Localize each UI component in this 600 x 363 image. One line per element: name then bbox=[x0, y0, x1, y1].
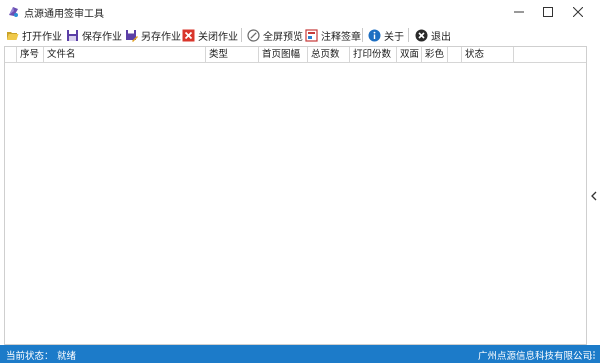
maximize-button[interactable] bbox=[533, 0, 563, 23]
status-bar: 当前状态： 就绪 广州点源信息科技有限公司 bbox=[0, 345, 600, 363]
toolbar-separator bbox=[408, 28, 409, 42]
title-bar: 点源通用签审工具 bbox=[0, 0, 600, 23]
minimize-button[interactable] bbox=[504, 0, 534, 23]
annotate-stamp-icon bbox=[305, 28, 318, 42]
column-header-print-copies[interactable]: 打印份数 bbox=[350, 47, 397, 63]
app-logo-icon bbox=[9, 7, 18, 17]
column-header-index[interactable]: 序号 bbox=[17, 47, 44, 63]
open-job-button[interactable]: 打开作业 bbox=[6, 26, 62, 44]
maximize-icon bbox=[543, 6, 553, 17]
fullscreen-preview-label: 全屏预览 bbox=[263, 31, 303, 43]
save-as-icon bbox=[126, 29, 138, 42]
column-header-first-page-size[interactable]: 首页图幅 bbox=[259, 47, 308, 63]
exit-button[interactable]: 退出 bbox=[415, 26, 451, 44]
column-header-total-pages[interactable]: 总页数 bbox=[308, 47, 350, 63]
toolbar-separator bbox=[362, 28, 363, 42]
column-header-blank[interactable] bbox=[448, 47, 462, 63]
close-job-label: 关闭作业 bbox=[198, 31, 238, 43]
column-header-selector[interactable] bbox=[5, 47, 17, 63]
annotate-stamp-label: 注释签章 bbox=[321, 31, 361, 43]
column-header-type[interactable]: 类型 bbox=[206, 47, 259, 63]
status-value: 就绪 bbox=[57, 351, 77, 362]
open-folder-icon bbox=[7, 31, 19, 40]
save-as-job-button[interactable]: 另存作业 bbox=[125, 26, 181, 44]
exit-label: 退出 bbox=[431, 31, 451, 43]
resize-grip-icon[interactable] bbox=[586, 350, 596, 360]
save-job-label: 保存作业 bbox=[82, 31, 122, 43]
about-label: 关于 bbox=[384, 31, 404, 43]
status-label: 当前状态： bbox=[6, 351, 54, 362]
save-job-button[interactable]: 保存作业 bbox=[66, 26, 122, 44]
close-red-icon bbox=[182, 29, 195, 41]
table-header: 序号 文件名 类型 首页图幅 总页数 打印份数 双面 彩色 状态 bbox=[5, 47, 586, 63]
collapse-panel-arrow-icon[interactable] bbox=[590, 190, 598, 202]
exit-icon bbox=[415, 29, 428, 41]
open-job-label: 打开作业 bbox=[22, 31, 62, 43]
main-window: 点源通用签审工具 打开作业 保存作业 另存作业 关闭作业 全屏预览 注释签章 关… bbox=[0, 0, 600, 363]
annotate-stamp-button[interactable]: 注释签章 bbox=[305, 26, 361, 44]
window-title: 点源通用签审工具 bbox=[24, 9, 104, 20]
column-header-filename[interactable]: 文件名 bbox=[44, 47, 206, 63]
toolbar-separator bbox=[241, 28, 242, 42]
column-header-duplex[interactable]: 双面 bbox=[397, 47, 422, 63]
fullscreen-preview-button[interactable]: 全屏预览 bbox=[247, 26, 303, 44]
close-job-button[interactable]: 关闭作业 bbox=[182, 26, 238, 44]
about-button[interactable]: 关于 bbox=[368, 26, 404, 44]
close-icon bbox=[573, 6, 583, 17]
close-button[interactable] bbox=[563, 0, 593, 23]
job-file-table[interactable]: 序号 文件名 类型 首页图幅 总页数 打印份数 双面 彩色 状态 bbox=[4, 46, 587, 345]
toolbar: 打开作业 保存作业 另存作业 关闭作业 全屏预览 注释签章 关于 退出 bbox=[0, 23, 600, 46]
minimize-icon bbox=[514, 11, 524, 12]
fullscreen-preview-icon bbox=[247, 28, 260, 42]
save-icon bbox=[67, 29, 78, 41]
save-as-job-label: 另存作业 bbox=[141, 31, 181, 43]
column-header-color[interactable]: 彩色 bbox=[422, 47, 448, 63]
column-header-status[interactable]: 状态 bbox=[462, 47, 514, 63]
company-name: 广州点源信息科技有限公司 bbox=[478, 351, 593, 362]
info-icon bbox=[368, 29, 381, 41]
